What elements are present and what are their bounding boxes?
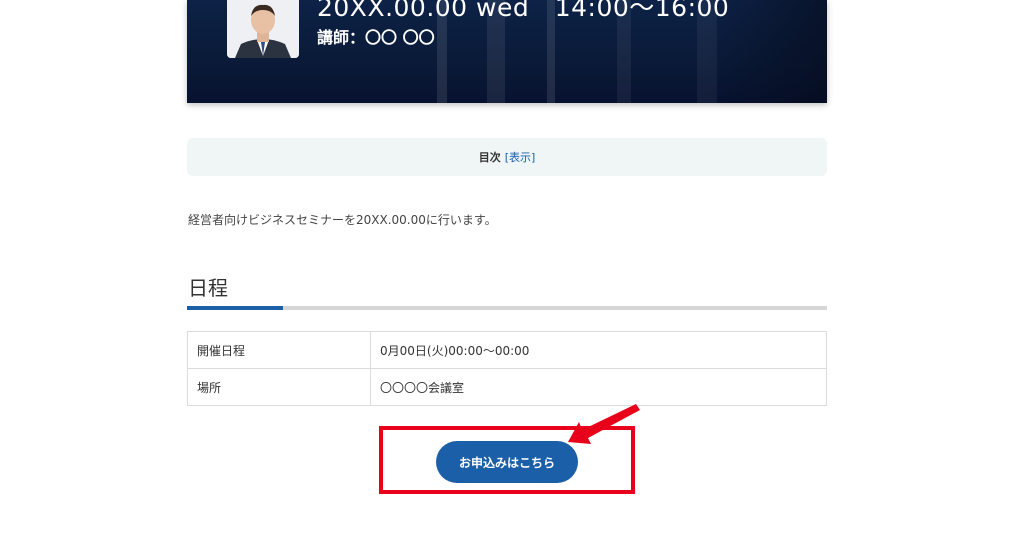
row-label: 開催日程	[187, 331, 371, 369]
lecturer-photo	[227, 0, 299, 58]
table-row: 場所 〇〇〇〇会議室	[187, 368, 827, 406]
seminar-date: 20XX.00.00 wed 14:00〜16:00	[317, 0, 730, 22]
table-of-contents: 目次 [表示]	[187, 138, 827, 176]
schedule-heading: 日程	[188, 276, 228, 300]
intro-text: 経営者向けビジネスセミナーを20XX.00.00に行います。	[188, 213, 497, 227]
schedule-table: 開催日程 0月00日(火)00:00〜00:00 場所 〇〇〇〇会議室	[187, 331, 827, 406]
heading-underline	[187, 306, 827, 310]
person-icon	[227, 0, 299, 58]
row-label: 場所	[187, 368, 371, 406]
toc-toggle-link[interactable]: [表示]	[505, 149, 536, 165]
hero-banner: 20XX.00.00 wed 14:00〜16:00 講師：〇〇 〇〇	[187, 0, 827, 103]
row-value: 0月00日(火)00:00〜00:00	[370, 331, 827, 369]
heading-underline-accent	[187, 306, 283, 310]
pointer-arrow-icon	[568, 404, 640, 444]
toc-title: 目次	[478, 151, 501, 164]
apply-button[interactable]: お申込みはこちら	[436, 441, 578, 483]
table-row: 開催日程 0月00日(火)00:00〜00:00	[187, 331, 827, 369]
lecturer-name: 講師：〇〇 〇〇	[317, 28, 435, 47]
